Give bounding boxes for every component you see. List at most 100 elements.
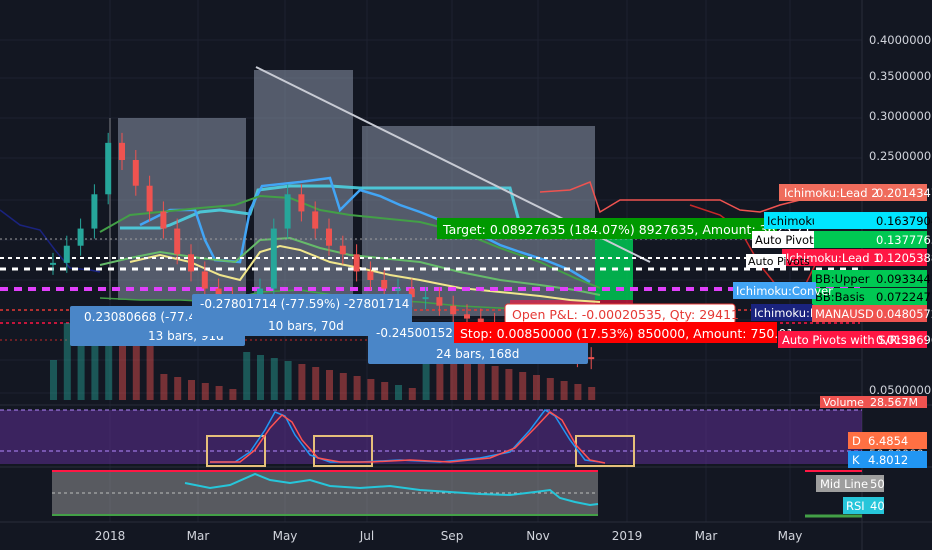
volume-bar [201,383,209,400]
candle-body [588,357,595,360]
volume-bar [505,369,513,400]
time-tick: 2019 [612,529,643,543]
label-k-name: K [852,453,860,467]
candle-body [395,288,401,291]
candle-body [77,228,84,246]
volume-bar [174,377,182,400]
open-pl-label: Open P&L: -0.00020535, Qty: 29411 [512,307,739,322]
volume-bar [367,379,375,400]
time-axis[interactable]: 2018 Mar May Jul Sep Nov 2019 Mar May [95,529,803,543]
label-d-value: 6.4854 [868,434,908,448]
volume-bar [381,382,389,400]
candle-body [105,142,112,195]
candle-body [160,211,167,229]
candle-body [312,211,319,229]
volume-bar [132,338,140,400]
time-tick: Mar [695,529,718,543]
time-tick: Nov [526,529,549,543]
candle-body [174,228,181,255]
candle-body [270,228,277,289]
label-lead2-name: Ichimoku:Lead 2 [784,186,879,200]
stop-label: Stop: 0.00850000 (17.53%) 850000, Amount… [460,326,794,341]
candle-body [464,314,470,319]
label-conversion: Ichimoku:Conver [736,284,833,298]
candle-body [132,160,139,186]
volume-bar [574,384,582,400]
volume-bar [298,364,306,400]
volume-bar [464,360,471,400]
label-bbbasis-value: 0.07224770 [876,290,932,304]
volume-bar [408,388,416,400]
label-baseline-value: 0.16379044 [876,214,932,228]
measure-1-change: 0.23080668 (-77.4 [84,310,196,324]
label-bbupper-value: 0.09334475 [876,272,932,286]
label-midline-value: 50 [870,477,885,491]
label-manausd-value: 0.04805726 [876,307,932,321]
candle-body [284,194,291,229]
time-tick: Jul [359,529,374,543]
volume-bar [257,355,264,400]
candle-body [353,254,360,272]
candle-body [450,305,457,315]
time-tick: Sep [441,529,464,543]
volume-bar [560,381,568,400]
volume-bar [519,372,527,400]
label-volume-value: 28.567M [870,396,918,409]
volume-bar [50,360,57,400]
label-r3-value: 0.13777635 [876,233,932,247]
label-d-name: D [852,434,861,448]
volume-bar [546,378,554,400]
measure-2-change: -0.27801714 (-77.59%) -27801714 [200,297,409,311]
volume-bar [312,367,320,400]
label-lead1-value: 0.12053887 [876,251,932,265]
label-manausd-name: MANAUSD [815,307,874,321]
chart-canvas[interactable]: 0.23080668 (-77.4 13 bars, 91d -0.278017… [0,0,932,550]
time-tick: May [273,529,298,543]
candle-body [381,280,388,289]
candle-body [119,142,125,160]
candle-body [367,271,374,280]
price-tick-1: 0.40000000 [869,33,932,47]
price-tick-2: 0.35000000 [869,69,932,83]
volume-bar [215,386,223,400]
time-tick: 2018 [95,529,126,543]
label-k-value: 4.8012 [868,453,908,467]
price-tick-5: 0.05000000 [869,383,932,397]
price-tick-3: 0.30000000 [869,109,932,123]
candle-body [298,194,305,212]
volume-bar [270,358,278,400]
volume-bar [533,375,540,400]
label-volume-name: Volume [823,396,864,409]
volume-bar [284,361,292,400]
volume-bar [63,323,71,400]
volume-bar [477,363,485,400]
candle-body [91,194,98,229]
price-tick-4: 0.25000000 [869,149,932,163]
candle-body [436,297,443,306]
rsi-panel [52,470,599,516]
stoch-band [0,410,862,464]
volume-bar [353,376,361,400]
candle-body [201,271,208,289]
stochastic-panel [0,409,862,467]
candle-body [188,254,194,272]
candle-body [422,297,429,300]
volume-bar [243,352,251,400]
measure-3-change: -0.24500152 [376,326,453,340]
measure-box-2 [254,70,353,296]
measure-3-bars: 24 bars, 168d [436,347,519,361]
position-target-zone [595,232,633,300]
label-auto-pivots: Auto Pivots [748,255,810,268]
volume-bar [395,385,402,400]
candle-body [146,185,153,212]
label-lead2-value: 0.20143472 [876,186,932,200]
candle-body [339,245,346,255]
candle-body [63,245,70,263]
label-midline-name: Mid Line [820,477,868,491]
volume-bar [588,387,596,400]
volume-bar [491,366,499,400]
time-tick: Mar [187,529,210,543]
candle-body [326,228,332,246]
volume-bar [229,389,237,400]
volume-bar [160,374,168,400]
